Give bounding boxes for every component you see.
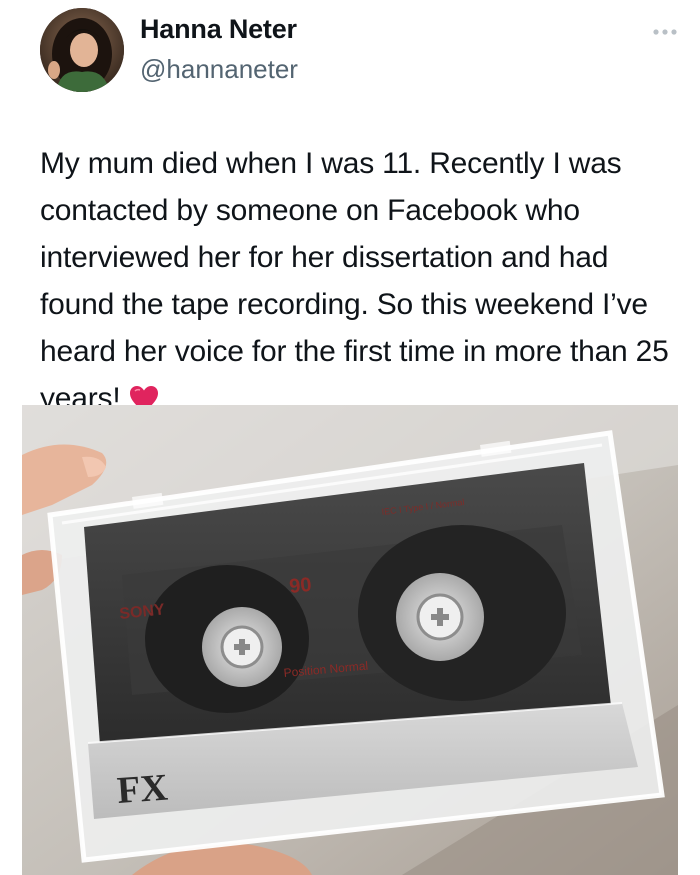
cassette-model-print: 90: [288, 574, 312, 598]
tweet-text: My mum died when I was 11. Recently I wa…: [40, 140, 680, 427]
media-photo[interactable]: 90 Position Normal SONY IEC I Type I / N…: [22, 405, 678, 875]
author-handle[interactable]: @hannaneter: [140, 54, 298, 85]
author-name[interactable]: Hanna Neter: [140, 14, 297, 45]
cassette-label-text: FX: [116, 767, 169, 812]
more-options-icon: [653, 29, 677, 35]
more-options-button[interactable]: [648, 22, 682, 42]
avatar-image: [40, 8, 124, 92]
avatar[interactable]: [40, 8, 124, 92]
tweet-text-body: My mum died when I was 11. Recently I wa…: [40, 147, 669, 415]
cassette-photo: 90 Position Normal SONY IEC I Type I / N…: [22, 405, 678, 875]
